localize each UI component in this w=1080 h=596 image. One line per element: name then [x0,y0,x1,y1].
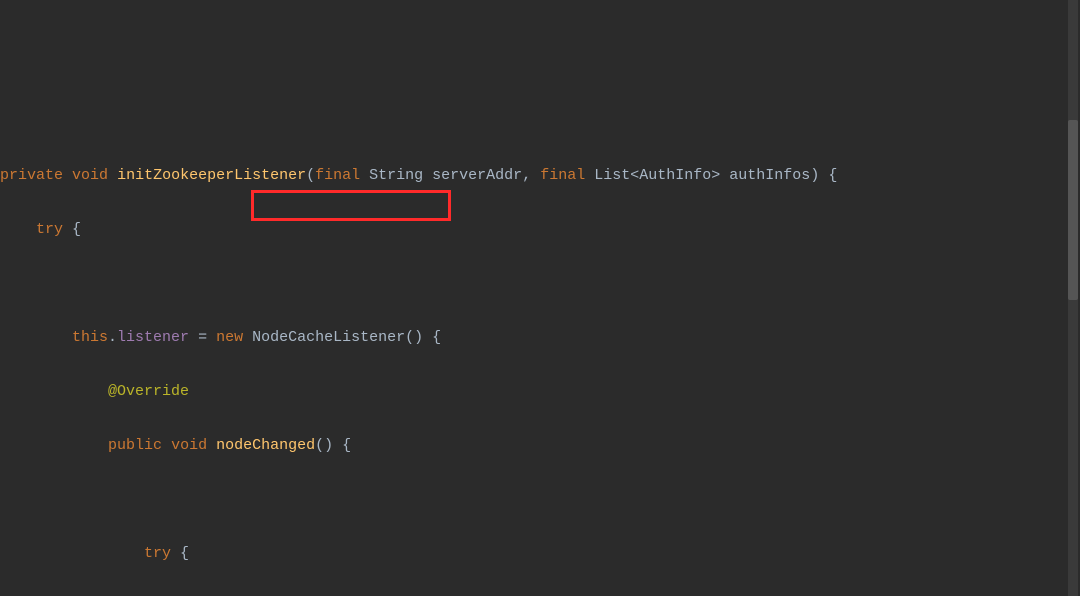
param-serverAddr: serverAddr [432,167,522,184]
code-line [0,270,1080,297]
kw-new: new [216,329,243,346]
kw-try: try [36,221,63,238]
param-authInfos: authInfos [729,167,810,184]
code-line: try { [0,216,1080,243]
method-initZookeeperListener: initZookeeperListener [117,167,306,184]
code-line: public void nodeChanged() { [0,432,1080,459]
kw-private: private [0,167,63,184]
code-editor[interactable]: private void initZookeeperListener(final… [0,108,1080,596]
code-line [0,486,1080,513]
annotation-Override: @Override [108,383,189,400]
type-List: List [594,167,630,184]
code-line: @Override [0,378,1080,405]
method-nodeChanged: nodeChanged [216,437,315,454]
code-line: private void initZookeeperListener(final… [0,162,1080,189]
vertical-scrollbar[interactable] [1068,0,1078,596]
field-listener: listener [117,329,189,346]
type-String: String [369,167,423,184]
code-line: try { [0,540,1080,567]
kw-try-2: try [144,545,171,562]
kw-this: this [72,329,108,346]
ctor-NodeCacheListener: NodeCacheListener [252,329,405,346]
kw-final: final [315,167,360,184]
kw-void-2: void [171,437,207,454]
code-line: this.listener = new NodeCacheListener() … [0,324,1080,351]
scrollbar-thumb[interactable] [1068,120,1078,300]
kw-void: void [72,167,108,184]
kw-final-2: final [540,167,585,184]
kw-public: public [108,437,162,454]
type-AuthInfo: AuthInfo [639,167,711,184]
